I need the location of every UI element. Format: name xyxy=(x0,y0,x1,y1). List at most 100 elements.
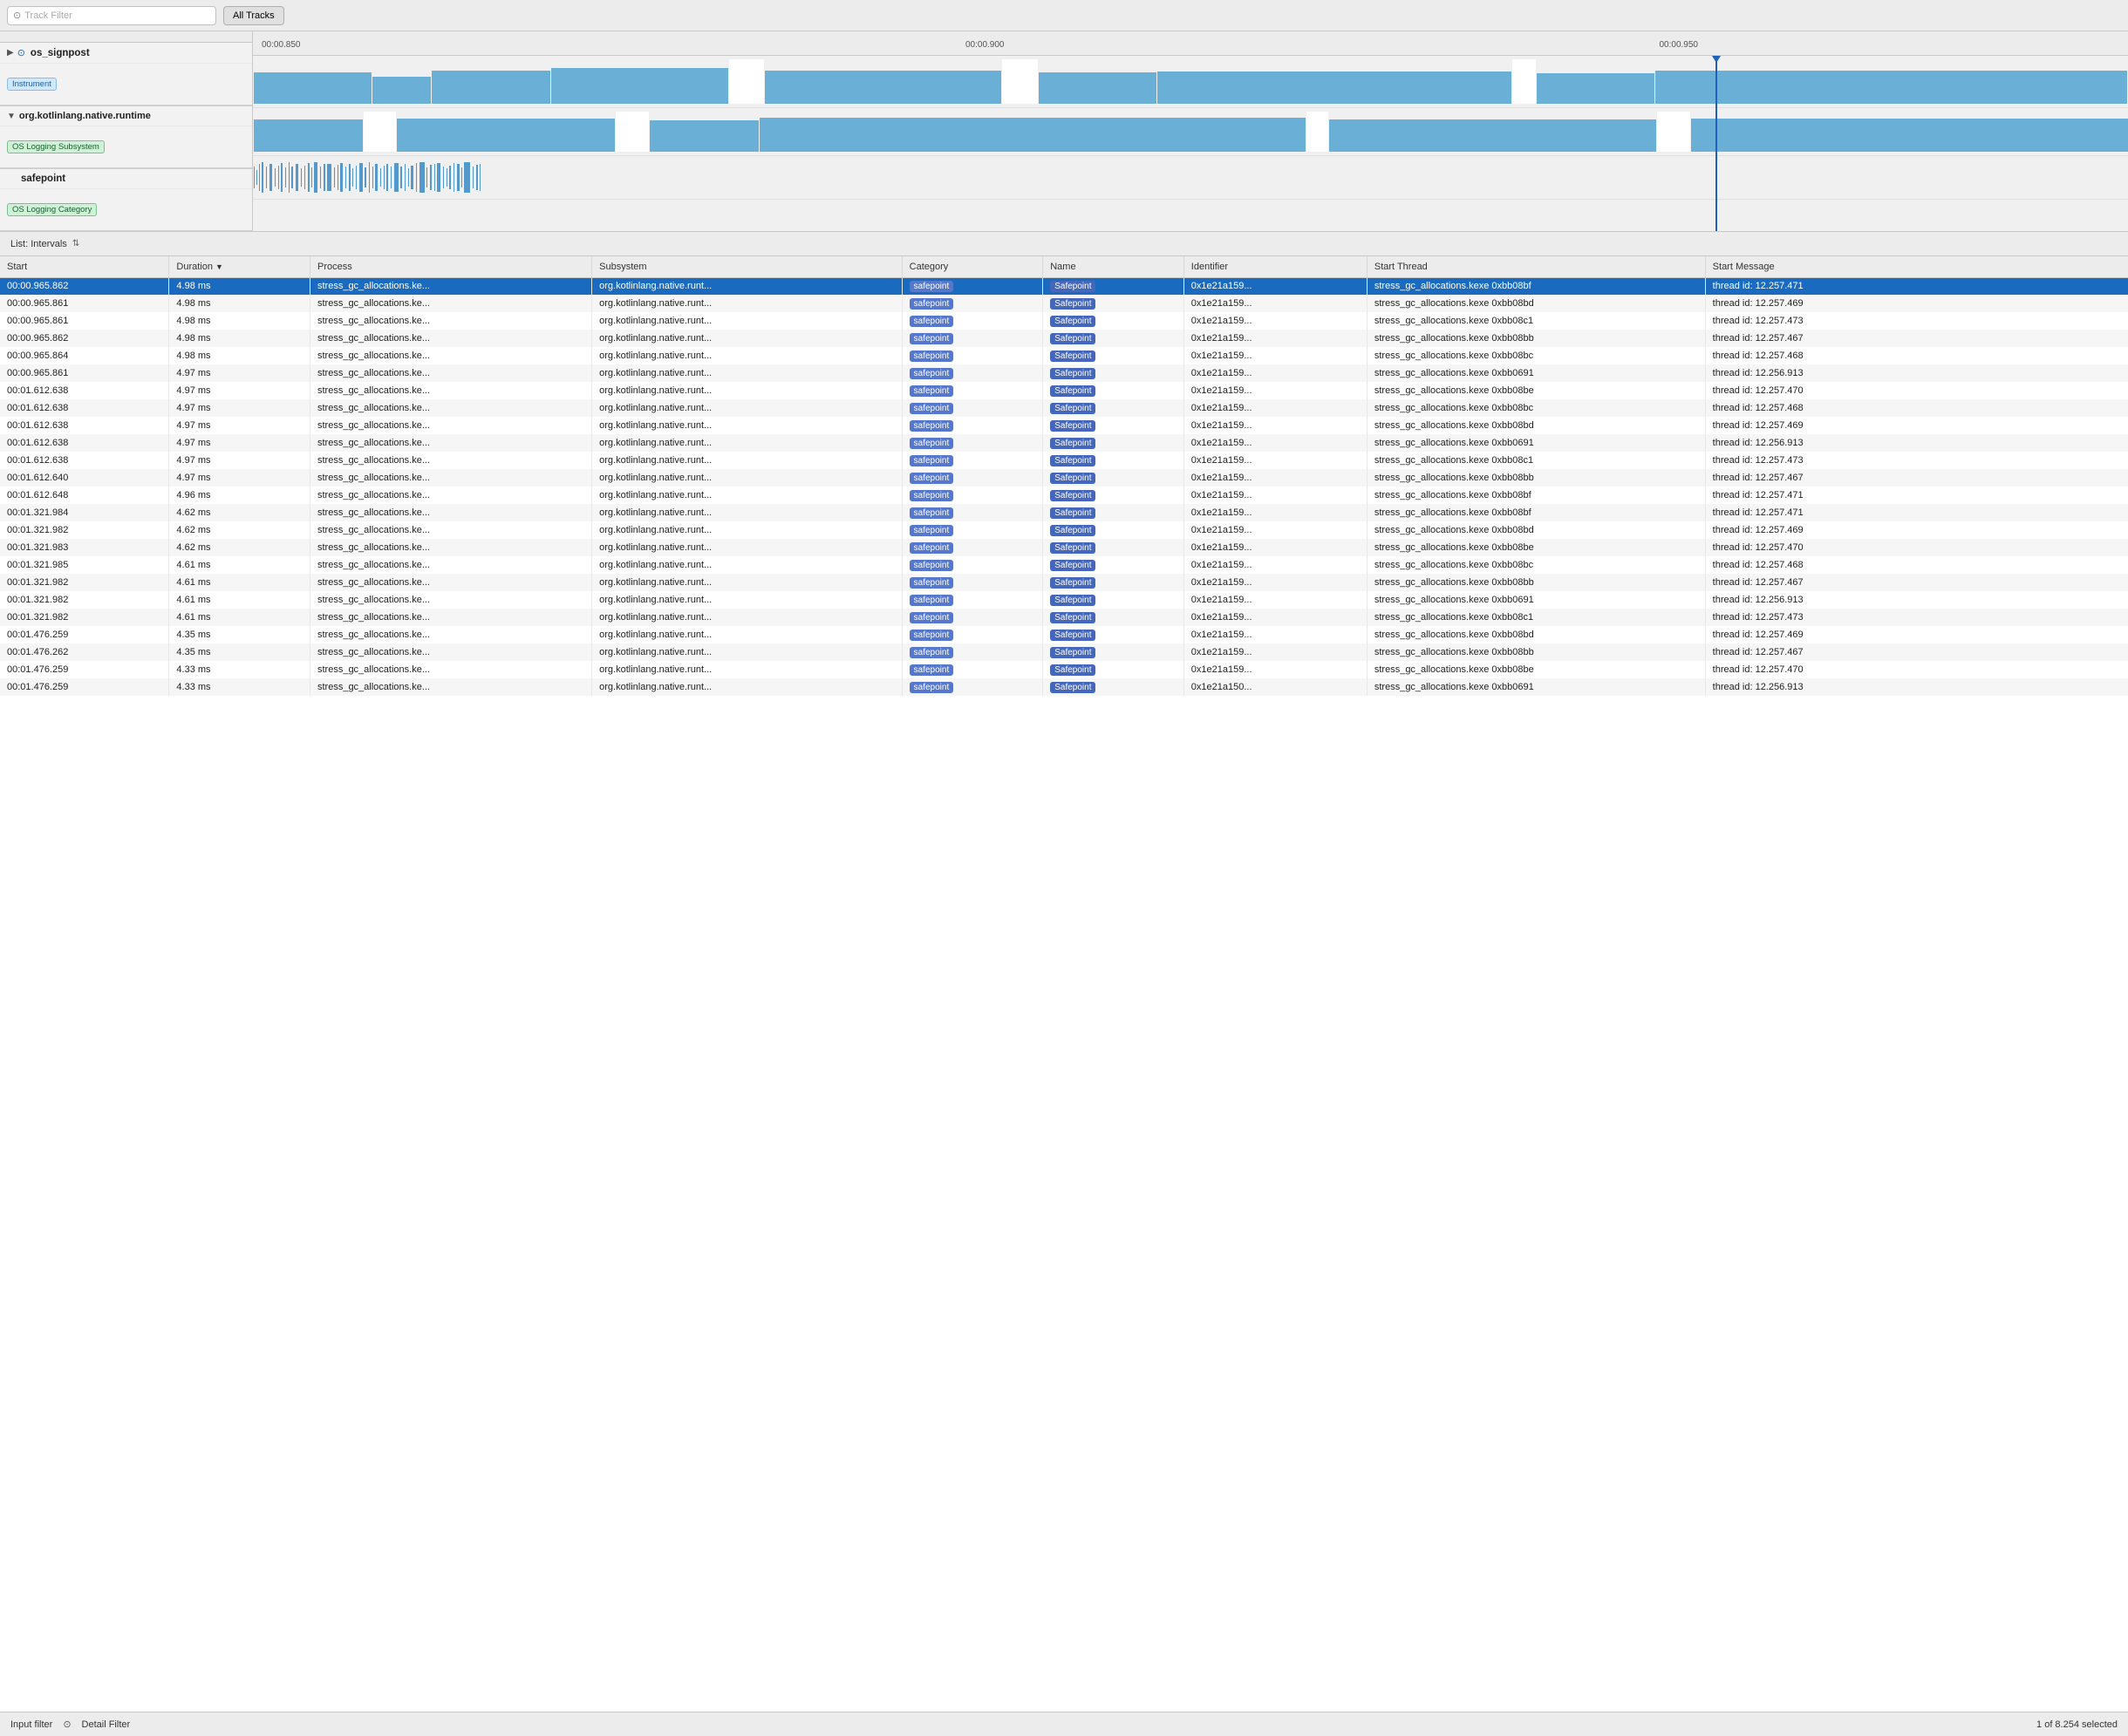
table-row[interactable]: 00:01.321.9824.61 msstress_gc_allocation… xyxy=(0,591,2128,609)
table-row[interactable]: 00:01.321.9844.62 msstress_gc_allocation… xyxy=(0,504,2128,521)
cell-identifier: 0x1e21a159... xyxy=(1183,417,1367,434)
sp-mark xyxy=(480,164,481,191)
vol-gap xyxy=(1002,59,1038,104)
list-section: List: Intervals ⇅ Start Duration ▼ Proc xyxy=(0,232,2128,1736)
table-row[interactable]: 00:01.321.9834.62 msstress_gc_allocation… xyxy=(0,539,2128,556)
col-header-subsystem[interactable]: Subsystem xyxy=(592,256,902,277)
col-header-start-thread[interactable]: Start Thread xyxy=(1367,256,1705,277)
cell-process: stress_gc_allocations.ke... xyxy=(310,434,591,452)
table-row[interactable]: 00:01.612.6384.97 msstress_gc_allocation… xyxy=(0,382,2128,399)
table-row[interactable]: 00:01.321.9824.61 msstress_gc_allocation… xyxy=(0,574,2128,591)
cell-duration: 4.97 ms xyxy=(169,399,310,417)
cell-process: stress_gc_allocations.ke... xyxy=(310,364,591,382)
list-header-bar: List: Intervals ⇅ xyxy=(0,232,2128,256)
cell-start-message: thread id: 12.257.469 xyxy=(1705,417,2128,434)
table-row[interactable]: 00:01.612.6384.97 msstress_gc_allocation… xyxy=(0,452,2128,469)
cell-name: Safepoint xyxy=(1043,417,1184,434)
sp-mark xyxy=(430,165,432,190)
col-header-category[interactable]: Category xyxy=(902,256,1043,277)
sp-mark xyxy=(301,168,302,187)
sort-icon: ⇅ xyxy=(72,239,79,248)
track-row-volume-2 xyxy=(253,108,2128,156)
track-filter-input[interactable]: ⊙ Track Filter xyxy=(7,6,216,25)
cell-start-message: thread id: 12.256.913 xyxy=(1705,364,2128,382)
vol-gap xyxy=(1657,112,1690,152)
table-row[interactable]: 00:01.612.6384.97 msstress_gc_allocation… xyxy=(0,399,2128,417)
cell-name-badge: Safepoint xyxy=(1050,577,1095,589)
col-header-identifier[interactable]: Identifier xyxy=(1183,256,1367,277)
vol-bar xyxy=(372,77,432,104)
table-scroll[interactable]: Start Duration ▼ Process Subsystem Categ… xyxy=(0,256,2128,1712)
cell-name-badge: Safepoint xyxy=(1050,525,1095,536)
cell-duration: 4.62 ms xyxy=(169,504,310,521)
duration-label: Duration xyxy=(176,262,213,272)
cell-start: 00:00.965.862 xyxy=(0,330,169,347)
cell-start: 00:01.612.638 xyxy=(0,399,169,417)
cell-category: safepoint xyxy=(902,643,1043,661)
sp-mark xyxy=(259,164,260,190)
track-subrow-safepoint-badge: OS Logging Category xyxy=(0,188,252,230)
table-row[interactable]: 00:01.476.2594.33 msstress_gc_allocation… xyxy=(0,678,2128,696)
sp-mark xyxy=(408,168,409,187)
table-row[interactable]: 00:01.612.6404.97 msstress_gc_allocation… xyxy=(0,469,2128,487)
cell-name: Safepoint xyxy=(1043,399,1184,417)
table-row[interactable]: 00:01.612.6384.97 msstress_gc_allocation… xyxy=(0,434,2128,452)
table-row[interactable]: 00:00.965.8614.98 msstress_gc_allocation… xyxy=(0,295,2128,312)
vol-gap xyxy=(364,112,397,152)
cell-start: 00:01.321.982 xyxy=(0,574,169,591)
sp-mark xyxy=(262,162,263,192)
cell-duration: 4.61 ms xyxy=(169,556,310,574)
col-header-duration[interactable]: Duration ▼ xyxy=(169,256,310,277)
cell-category-badge: safepoint xyxy=(910,560,954,571)
table-row[interactable]: 00:01.612.6484.96 msstress_gc_allocation… xyxy=(0,487,2128,504)
sp-mark xyxy=(461,167,462,188)
track-group-header-kotlin: ▼ org.kotlinlang.native.runtime xyxy=(0,106,252,126)
col-header-start-message[interactable]: Start Message xyxy=(1705,256,2128,277)
table-row[interactable]: 00:01.612.6384.97 msstress_gc_allocation… xyxy=(0,417,2128,434)
cell-identifier: 0x1e21a159... xyxy=(1183,591,1367,609)
table-row[interactable]: 00:01.321.9854.61 msstress_gc_allocation… xyxy=(0,556,2128,574)
cell-start-message: thread id: 12.257.467 xyxy=(1705,330,2128,347)
detail-filter-label[interactable]: Detail Filter xyxy=(82,1719,131,1730)
sp-mark xyxy=(473,167,474,189)
sp-mark xyxy=(278,166,279,190)
cell-name-badge: Safepoint xyxy=(1050,351,1095,362)
all-tracks-button[interactable]: All Tracks xyxy=(223,6,284,25)
table-row[interactable]: 00:00.965.8614.98 msstress_gc_allocation… xyxy=(0,312,2128,330)
table-row[interactable]: 00:00.965.8624.98 msstress_gc_allocation… xyxy=(0,330,2128,347)
cell-process: stress_gc_allocations.ke... xyxy=(310,452,591,469)
table-row[interactable]: 00:01.321.9824.62 msstress_gc_allocation… xyxy=(0,521,2128,539)
cell-start-message: thread id: 12.257.471 xyxy=(1705,487,2128,504)
col-header-name[interactable]: Name xyxy=(1043,256,1184,277)
cell-start-thread: stress_gc_allocations.kexe 0xbb08bd xyxy=(1367,417,1705,434)
cell-name-badge: Safepoint xyxy=(1050,403,1095,414)
cell-start: 00:01.321.984 xyxy=(0,504,169,521)
table-row[interactable]: 00:01.476.2594.33 msstress_gc_allocation… xyxy=(0,661,2128,678)
table-row[interactable]: 00:01.476.2594.35 msstress_gc_allocation… xyxy=(0,626,2128,643)
cell-name: Safepoint xyxy=(1043,364,1184,382)
cell-category-badge: safepoint xyxy=(910,316,954,327)
table-row[interactable]: 00:00.965.8644.98 msstress_gc_allocation… xyxy=(0,347,2128,364)
cell-name-badge: Safepoint xyxy=(1050,420,1095,432)
sp-mark xyxy=(285,167,286,188)
vol-gap xyxy=(729,59,765,104)
cell-identifier: 0x1e21a159... xyxy=(1183,539,1367,556)
table-row[interactable]: 00:00.965.8624.98 msstress_gc_allocation… xyxy=(0,277,2128,295)
cell-start: 00:01.476.259 xyxy=(0,678,169,696)
table-row[interactable]: 00:01.476.2624.35 msstress_gc_allocation… xyxy=(0,643,2128,661)
cell-subsystem: org.kotlinlang.native.runt... xyxy=(592,487,902,504)
vol-bar xyxy=(760,118,1306,152)
table-row[interactable]: 00:00.965.8614.97 msstress_gc_allocation… xyxy=(0,364,2128,382)
cell-duration: 4.62 ms xyxy=(169,539,310,556)
cell-start: 00:01.321.983 xyxy=(0,539,169,556)
vol-bar xyxy=(1329,119,1656,152)
cell-start-message: thread id: 12.257.467 xyxy=(1705,643,2128,661)
vol-bar xyxy=(765,71,1001,104)
input-filter-label[interactable]: Input filter xyxy=(10,1719,52,1730)
col-header-start[interactable]: Start xyxy=(0,256,169,277)
col-header-process[interactable]: Process xyxy=(310,256,591,277)
table-row[interactable]: 00:01.321.9824.61 msstress_gc_allocation… xyxy=(0,609,2128,626)
cell-start: 00:01.321.982 xyxy=(0,591,169,609)
cell-process: stress_gc_allocations.ke... xyxy=(310,417,591,434)
sp-mark xyxy=(304,166,305,190)
